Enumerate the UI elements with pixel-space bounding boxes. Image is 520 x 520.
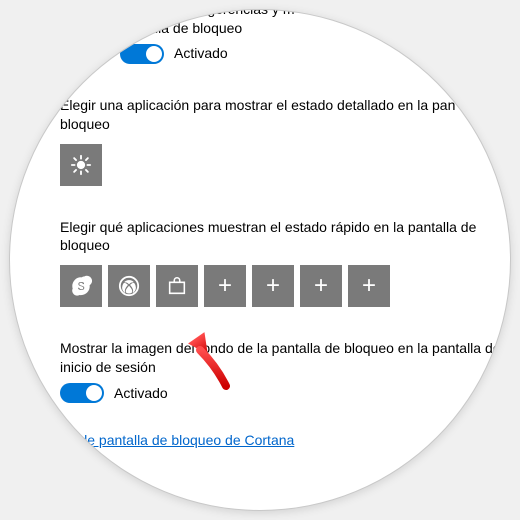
fragment-text-2: pantalla de bloqueo xyxy=(60,19,510,38)
plus-icon: + xyxy=(314,270,328,302)
quick-status-tile-4[interactable]: + xyxy=(204,265,246,307)
quick-status-tile-5[interactable]: + xyxy=(252,265,294,307)
quick-status-tile-2[interactable] xyxy=(108,265,150,307)
section-detailed-status: Elegir una aplicación para mostrar el es… xyxy=(60,96,510,186)
detailed-status-heading: Elegir una aplicación para mostrar el es… xyxy=(60,96,510,134)
weather-icon xyxy=(70,154,92,176)
toggle-signin-bg[interactable] xyxy=(60,383,104,403)
toggle-signin-bg-label: Activado xyxy=(114,384,168,403)
plus-icon: + xyxy=(266,270,280,302)
fragment-text-1: os, sugerencias y m xyxy=(60,10,510,19)
settings-panel: os, sugerencias y m pantalla de bloqueo … xyxy=(10,10,510,510)
detailed-status-app-tile[interactable] xyxy=(60,144,102,186)
quick-status-tile-3[interactable] xyxy=(156,265,198,307)
plus-icon: + xyxy=(362,270,376,302)
toggle-tips[interactable] xyxy=(120,44,164,64)
toggle-tips-label: Activado xyxy=(174,44,228,63)
section-quick-status: Elegir qué aplicaciones muestran el esta… xyxy=(60,218,510,308)
signin-bg-heading: Mostrar la imagen del fondo de la pantal… xyxy=(60,339,510,377)
quick-status-tile-1[interactable] xyxy=(60,265,102,307)
quick-status-tiles: + + + + xyxy=(60,265,510,307)
store-icon xyxy=(166,275,188,297)
skype-icon xyxy=(70,275,92,297)
quick-status-tile-7[interactable]: + xyxy=(348,265,390,307)
cortana-lockscreen-link[interactable]: ón de pantalla de bloqueo de Cortana xyxy=(60,431,510,450)
xbox-icon xyxy=(118,275,140,297)
section-signin-background: Mostrar la imagen del fondo de la pantal… xyxy=(60,339,510,403)
plus-icon: + xyxy=(218,270,232,302)
quick-status-tile-6[interactable]: + xyxy=(300,265,342,307)
quick-status-heading: Elegir qué aplicaciones muestran el esta… xyxy=(60,218,510,256)
setting-fragment-top: os, sugerencias y m pantalla de bloqueo … xyxy=(60,10,510,64)
